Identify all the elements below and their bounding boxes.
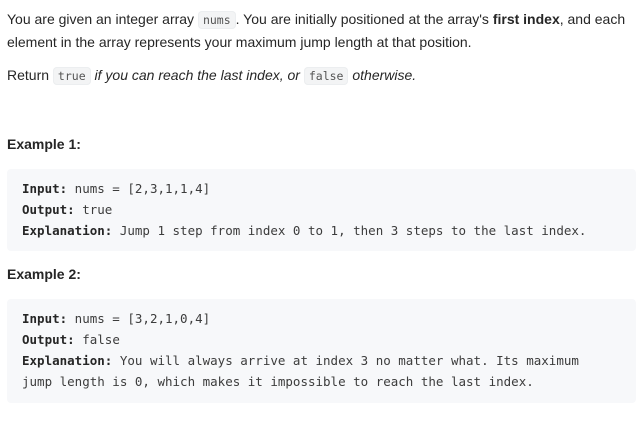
output-label: Output:	[22, 332, 75, 347]
return-text-italic: otherwise.	[348, 67, 417, 83]
bold-first-index: first index	[492, 11, 560, 27]
example-2-explanation: Explanation: You will always arrive at i…	[22, 350, 606, 392]
input-value: nums = [2,3,1,1,4]	[67, 181, 211, 196]
example-2-output: Output: false	[22, 329, 606, 350]
example-1-input: Input: nums = [2,3,1,1,4]	[22, 178, 621, 199]
input-label: Input:	[22, 311, 68, 326]
output-label: Output:	[22, 202, 75, 217]
output-value: false	[74, 332, 120, 347]
example-2-block: Input: nums = [3,2,1,0,4] Output: false Ex…	[7, 299, 636, 403]
code-false: false	[303, 67, 349, 85]
problem-description: You are given an integer array nums. You…	[0, 0, 637, 427]
input-label: Input:	[22, 181, 68, 196]
input-value: nums = [3,2,1,0,4]	[67, 311, 211, 326]
explanation-value: Jump 1 step from index 0 to 1, then 3 st…	[112, 223, 587, 238]
example-1-title: Example 1:	[7, 136, 81, 152]
statement-text: . You are initially positioned at the ar…	[235, 11, 493, 27]
return-text-italic: if you can reach the last index, or	[90, 67, 304, 83]
output-value: true	[74, 202, 113, 217]
example-2-title: Example 2:	[7, 266, 81, 282]
return-statement: Return true if you can reach the last in…	[7, 64, 632, 87]
code-true: true	[52, 67, 91, 85]
code-nums: nums	[197, 11, 236, 29]
example-2-input: Input: nums = [3,2,1,0,4]	[22, 308, 606, 329]
explanation-label: Explanation:	[22, 353, 113, 368]
return-text: Return	[7, 67, 53, 83]
example-1-explanation: Explanation: Jump 1 step from index 0 to…	[22, 220, 621, 241]
example-1-block: Input: nums = [2,3,1,1,4] Output: true Exp…	[7, 169, 636, 251]
statement-text: You are given an integer array	[7, 11, 198, 27]
explanation-label: Explanation:	[22, 223, 113, 238]
problem-statement: You are given an integer array nums. You…	[7, 8, 632, 53]
example-1-output: Output: true	[22, 199, 621, 220]
